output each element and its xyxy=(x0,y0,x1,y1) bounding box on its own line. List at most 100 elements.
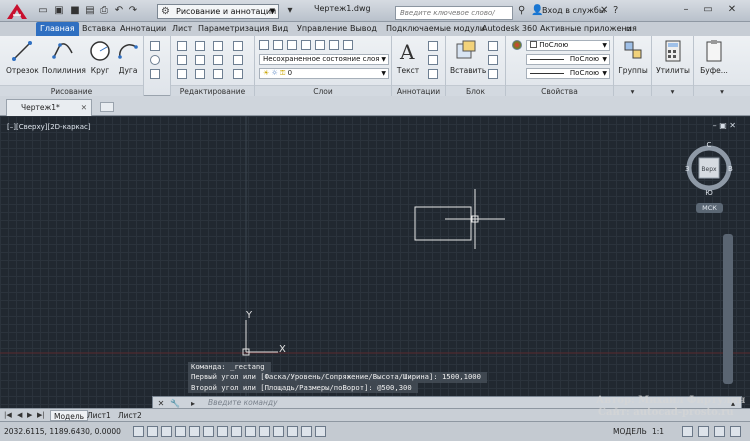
ortho-icon[interactable] xyxy=(175,426,186,437)
clipboard-panel-expander[interactable]: ▾ xyxy=(694,85,750,96)
insert-button[interactable]: Вставить xyxy=(450,39,486,75)
array-icon[interactable] xyxy=(213,69,223,79)
ribbon-toggle-icon[interactable]: ▫ xyxy=(626,22,631,36)
layer-select[interactable]: ☀ ☼ ⚿ 0 ▼ xyxy=(259,68,389,79)
layout-tab-sheet1[interactable]: Лист1 xyxy=(84,410,114,421)
trim-icon[interactable] xyxy=(213,41,223,51)
layer-tool-icon[interactable] xyxy=(315,40,325,50)
lock-icon[interactable] xyxy=(698,426,709,437)
fullscreen-icon[interactable] xyxy=(730,426,741,437)
exchange-icon[interactable]: ✕ xyxy=(600,5,608,16)
workspace-select[interactable]: ⚙ Рисование и аннотации ▼ xyxy=(157,4,279,19)
layout-tab-sheet2[interactable]: Лист2 xyxy=(115,410,145,421)
viewcube-north[interactable]: С xyxy=(707,141,712,149)
tab-parametric[interactable]: Параметризация xyxy=(198,22,269,36)
tab-featured-apps[interactable]: Активные приложения xyxy=(540,22,637,36)
draw-panel-title[interactable]: Рисование xyxy=(0,85,143,96)
selection-cycling-icon[interactable] xyxy=(315,426,326,437)
last-layout-icon[interactable]: ▶| xyxy=(37,411,45,419)
scale-icon[interactable] xyxy=(195,69,205,79)
utilities-button[interactable]: Утилиты xyxy=(654,39,692,75)
ellipse-icon[interactable] xyxy=(150,55,160,65)
polyline-button[interactable]: Полилиния xyxy=(42,39,86,75)
tab-manage[interactable]: Управление xyxy=(297,22,347,36)
edit-block-icon[interactable] xyxy=(488,55,498,65)
groups-panel-expander[interactable]: ▾ xyxy=(614,85,651,96)
viewcube-west[interactable]: З xyxy=(685,165,690,173)
layout-tab-model[interactable]: Модель xyxy=(50,410,89,421)
grid-icon[interactable] xyxy=(161,426,172,437)
ducs-icon[interactable] xyxy=(245,426,256,437)
rotate-icon[interactable] xyxy=(195,41,205,51)
line-button[interactable]: Отрезок xyxy=(6,39,39,75)
layers-panel-title[interactable]: Слои xyxy=(255,85,391,96)
print-icon[interactable]: ⎙ xyxy=(97,4,111,18)
save-icon[interactable]: ■ xyxy=(68,4,82,18)
save-as-icon[interactable]: ▤ xyxy=(83,4,97,18)
osnap-icon[interactable] xyxy=(203,426,214,437)
tab-layout[interactable]: Лист xyxy=(172,22,192,36)
properties-panel-title[interactable]: Свойства xyxy=(506,85,613,96)
lineweight-select[interactable]: ПоСлою ▼ xyxy=(526,68,610,79)
layer-tool-icon[interactable] xyxy=(273,40,283,50)
erase-icon[interactable] xyxy=(233,41,243,51)
attribute-icon[interactable] xyxy=(488,69,498,79)
new-file-icon[interactable]: ▭ xyxy=(36,4,50,18)
offset-icon[interactable] xyxy=(233,69,243,79)
viewcube-south[interactable]: Ю xyxy=(705,189,713,197)
signin-button[interactable]: Вход в службы xyxy=(542,6,605,15)
text-button[interactable]: A Текст xyxy=(394,39,422,75)
layer-tool-icon[interactable] xyxy=(343,40,353,50)
viewcube[interactable]: Верх С Ю З В xyxy=(684,141,734,197)
table-icon[interactable] xyxy=(428,69,438,79)
document-tab[interactable]: Чертеж1* ✕ xyxy=(6,99,92,116)
tab-insert[interactable]: Вставка xyxy=(82,22,116,36)
move-icon[interactable] xyxy=(177,41,187,51)
polar-icon[interactable] xyxy=(189,426,200,437)
dyn-icon[interactable] xyxy=(259,426,270,437)
tab-plugins[interactable]: Подключаемые модули xyxy=(386,22,485,36)
prev-layout-icon[interactable]: ◀ xyxy=(17,411,22,419)
drawing-canvas[interactable]: [–][Сверху][2D-каркас] – ▣ ✕ Y X Верх С … xyxy=(0,116,750,410)
mirror-icon[interactable] xyxy=(195,55,205,65)
open-folder-icon[interactable]: ▣ xyxy=(52,4,66,18)
quick-access-dropdown-icon[interactable]: ▾ xyxy=(283,4,297,18)
annotation-panel-title[interactable]: Аннотации xyxy=(392,85,445,96)
infer-constraints-icon[interactable] xyxy=(133,426,144,437)
clipboard-button[interactable]: Буфе... xyxy=(696,39,732,75)
modify-panel-title[interactable]: Редактирование xyxy=(171,85,254,96)
redo-icon[interactable]: ↷ xyxy=(126,4,140,18)
close-icon[interactable]: ✕ xyxy=(81,100,87,115)
annotation-scale-select[interactable]: 1:1 xyxy=(652,427,664,436)
utilities-panel-expander[interactable]: ▾ xyxy=(652,85,693,96)
lineweight-icon[interactable] xyxy=(273,426,284,437)
color-select[interactable]: ПоСлою ▼ xyxy=(526,40,610,51)
layer-state-select[interactable]: Несохраненное состояние слоя ▼ xyxy=(259,54,389,65)
viewcube-east[interactable]: В xyxy=(728,165,733,173)
layer-tool-icon[interactable] xyxy=(329,40,339,50)
snap-icon[interactable] xyxy=(147,426,158,437)
close-icon[interactable]: ✕ xyxy=(723,2,741,18)
layer-tool-icon[interactable] xyxy=(287,40,297,50)
otrack-icon[interactable] xyxy=(231,426,242,437)
stretch-icon[interactable] xyxy=(177,69,187,79)
layer-properties-icon[interactable] xyxy=(259,40,269,50)
match-properties-icon[interactable] xyxy=(512,40,522,50)
model-space-button[interactable]: МОДЕЛЬ xyxy=(613,427,647,436)
application-menu-button[interactable] xyxy=(3,2,31,21)
workspace-switch-icon[interactable] xyxy=(682,426,693,437)
quick-properties-icon[interactable] xyxy=(301,426,312,437)
minimize-icon[interactable]: – xyxy=(677,2,695,18)
transparency-icon[interactable] xyxy=(287,426,298,437)
leader-icon[interactable] xyxy=(428,55,438,65)
tab-home[interactable]: Главная xyxy=(36,22,79,36)
layer-tool-icon[interactable] xyxy=(301,40,311,50)
maximize-icon[interactable]: ▭ xyxy=(699,2,717,18)
copy-icon[interactable] xyxy=(177,55,187,65)
hatch-icon[interactable] xyxy=(150,69,160,79)
viewcube-face[interactable]: Верх xyxy=(701,166,717,173)
search-input[interactable]: Введите ключевое слово/фразу xyxy=(395,6,513,29)
navigation-bar[interactable] xyxy=(723,234,733,384)
rectangle-object[interactable] xyxy=(414,206,472,241)
ucs-menu-button[interactable]: МСК xyxy=(696,203,723,213)
